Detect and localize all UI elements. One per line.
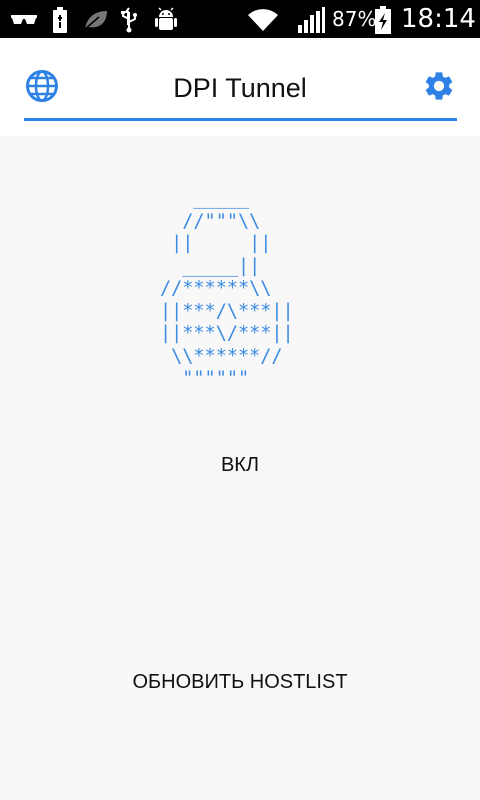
clock: 18:14 bbox=[401, 4, 476, 34]
wifi-icon bbox=[246, 7, 280, 33]
glasses-icon bbox=[10, 7, 38, 33]
battery-percent: 87% bbox=[332, 7, 377, 31]
toolbar-underline bbox=[24, 118, 457, 121]
status-bar: 87% 18:14 bbox=[0, 0, 480, 38]
app-toolbar: DPI Tunnel bbox=[0, 38, 480, 136]
gear-icon bbox=[422, 69, 456, 107]
settings-button[interactable] bbox=[421, 70, 457, 106]
lock-ascii-art: _____ //"""\\ || || _____|| //******\\ |… bbox=[160, 188, 294, 389]
app-title: DPI Tunnel bbox=[173, 73, 307, 103]
battery-saver-icon bbox=[50, 7, 70, 33]
android-debug-icon bbox=[152, 7, 180, 33]
leaf-icon bbox=[82, 7, 110, 33]
update-hostlist-button[interactable]: ОБНОВИТЬ HOSTLIST bbox=[110, 662, 370, 702]
battery-charging-icon bbox=[373, 6, 393, 34]
connection-status-label: ВКЛ bbox=[220, 454, 260, 476]
lock-toggle-button[interactable]: _____ //"""\\ || || _____|| //******\\ |… bbox=[160, 188, 330, 389]
signal-icon bbox=[296, 7, 326, 33]
usb-icon bbox=[118, 7, 140, 33]
